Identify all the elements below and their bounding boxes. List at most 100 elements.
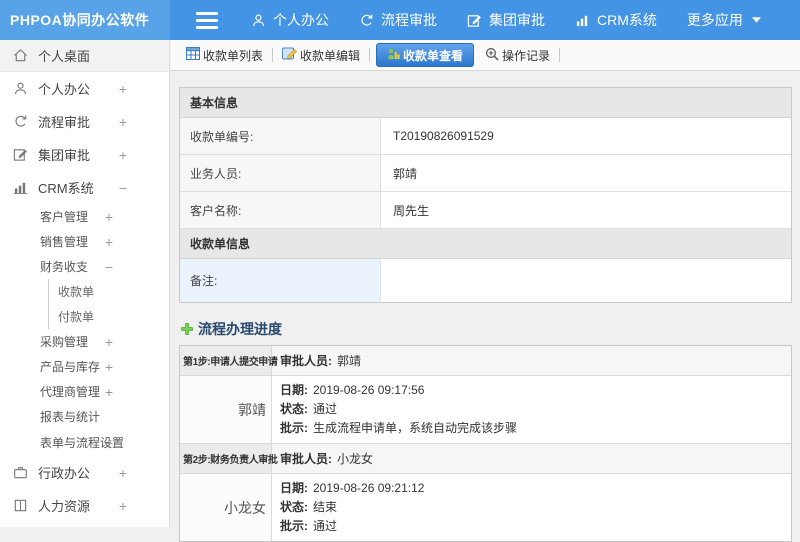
expand-icon[interactable]: + xyxy=(119,466,127,480)
plus-icon xyxy=(180,322,194,336)
sidebar-item-group-approval[interactable]: 集团审批 + xyxy=(0,138,169,171)
sidebar: 个人桌面 个人办公 + 流程审批 + 集团审批 + CRM系统 − 客户管理 +… xyxy=(0,40,170,527)
tab-label: 收款单查看 xyxy=(403,48,464,63)
sidebar-item-purchase-mgmt[interactable]: 采购管理 + xyxy=(0,329,169,354)
comment-value: 通过 xyxy=(313,519,338,533)
topnav-more-apps[interactable]: 更多应用 xyxy=(672,0,776,40)
approver-value: 小龙女 xyxy=(337,452,374,466)
expand-icon[interactable]: + xyxy=(105,335,113,349)
sidebar-item-product-inventory[interactable]: 产品与库存 + xyxy=(0,354,169,379)
process-step-detail: 郭靖 日期: 2019-08-26 09:17:56 状态: 通过 批示: 生成流程申… xyxy=(180,376,791,444)
app-logo: PHPOA协同办公软件 xyxy=(0,0,170,40)
tab-operation-log[interactable]: 操作记录 xyxy=(478,43,557,67)
status-label: 状态: xyxy=(280,500,308,514)
sidebar-item-label: 采购管理 xyxy=(40,335,89,349)
expand-icon[interactable]: + xyxy=(105,436,113,450)
tab-label: 操作记录 xyxy=(502,48,551,63)
approver-label: 审批人员: xyxy=(280,452,332,466)
tab-receipt-edit[interactable]: 收款单编辑 xyxy=(275,43,367,67)
tab-receipt-view[interactable]: 收款单查看 xyxy=(376,43,475,67)
expand-icon[interactable]: + xyxy=(119,499,127,513)
field-value: T20190826091529 xyxy=(393,129,494,143)
field-label: 客户名称: xyxy=(180,192,381,228)
tab-separator xyxy=(369,48,371,62)
expand-icon[interactable]: + xyxy=(105,385,113,399)
collapse-icon[interactable]: − xyxy=(105,260,113,274)
expand-icon[interactable]: + xyxy=(119,82,127,96)
book-icon xyxy=(12,498,28,514)
briefcase-icon xyxy=(12,465,28,481)
main-area: 收款单列表 收款单编辑 收款单查看 操作记录 基本信息 收款单编号: T2019… xyxy=(171,40,800,542)
topnav-group-approval[interactable]: 集团审批 xyxy=(452,0,560,40)
sidebar-item-personal-desktop[interactable]: 个人桌面 xyxy=(0,40,169,72)
expand-icon[interactable]: + xyxy=(105,235,113,249)
chart-icon xyxy=(575,13,590,28)
caret-down-icon xyxy=(751,17,761,23)
form-row-receipt-number: 收款单编号: T20190826091529 xyxy=(180,118,791,155)
edit-icon xyxy=(467,13,482,28)
approver-value: 郭靖 xyxy=(337,354,362,368)
chart-icon xyxy=(12,180,28,196)
sidebar-item-admin-office[interactable]: 行政办公 + xyxy=(0,456,169,489)
topnav-label: 个人办公 xyxy=(273,12,329,28)
detail-status-line: 状态: 结束 xyxy=(280,498,783,517)
detail-date-line: 日期: 2019-08-26 09:21:12 xyxy=(280,479,783,498)
sidebar-item-receipt[interactable]: 收款单 xyxy=(0,279,169,304)
sidebar-item-sales-mgmt[interactable]: 销售管理 + xyxy=(0,229,169,254)
sidebar-item-finance[interactable]: 财务收支 − xyxy=(0,254,169,279)
form-row-customer-name: 客户名称: 周先生 xyxy=(180,192,791,229)
process-step-header: 第1步:申请人提交申请 审批人员: 郭靖 xyxy=(180,346,791,376)
sidebar-item-reports[interactable]: 报表与统计 xyxy=(0,404,169,429)
field-value xyxy=(381,259,791,302)
field-label: 收款单编号: xyxy=(180,118,381,154)
date-value: 2019-08-26 09:17:56 xyxy=(313,383,425,397)
sidebar-item-personal-office[interactable]: 个人办公 + xyxy=(0,72,169,105)
comment-label: 批示: xyxy=(280,421,308,435)
topnav-crm[interactable]: CRM系统 xyxy=(560,0,672,40)
step-detail-lines: 日期: 2019-08-26 09:17:56 状态: 通过 批示: 生成流程申请单，… xyxy=(272,376,791,443)
sidebar-item-label: 代理商管理 xyxy=(40,385,101,399)
process-progress-title: 流程办理进度 xyxy=(180,319,792,339)
section-header-basic-info: 基本信息 xyxy=(180,88,791,118)
expand-icon[interactable]: + xyxy=(105,210,113,224)
sidebar-item-label: 人力资源 xyxy=(38,499,91,514)
topnav-personal-office[interactable]: 个人办公 xyxy=(236,0,344,40)
sidebar-item-agent-mgmt[interactable]: 代理商管理 + xyxy=(0,379,169,404)
tab-receipt-list[interactable]: 收款单列表 xyxy=(179,43,270,67)
approver-name: 郭靖 xyxy=(180,376,272,443)
field-label: 业务人员: xyxy=(180,155,381,191)
field-value: 郭靖 xyxy=(393,166,418,181)
edit-doc-icon xyxy=(282,47,297,63)
step-approver: 审批人员: 郭靖 xyxy=(272,346,361,375)
sidebar-item-hr[interactable]: 人力资源 + xyxy=(0,489,169,522)
tab-separator xyxy=(272,48,274,62)
flow-icon xyxy=(12,114,28,130)
expand-icon[interactable]: + xyxy=(105,360,113,374)
step-approver: 审批人员: 小龙女 xyxy=(272,444,373,473)
sidebar-item-process-approval[interactable]: 流程审批 + xyxy=(0,105,169,138)
step-title: 第1步:申请人提交申请 xyxy=(180,346,278,375)
expand-icon[interactable]: + xyxy=(119,115,127,129)
top-nav: 个人办公 流程审批 集团审批 CRM系统 更多应用 xyxy=(236,0,776,40)
menu-toggle-icon[interactable] xyxy=(196,0,218,40)
sidebar-item-customer-mgmt[interactable]: 客户管理 + xyxy=(0,204,169,229)
user-icon xyxy=(251,13,266,28)
date-label: 日期: xyxy=(280,481,308,495)
process-table: 第1步:申请人提交申请 审批人员: 郭靖 郭靖 日期: 2019-08-26 09… xyxy=(179,345,792,542)
top-bar: PHPOA协同办公软件 个人办公 流程审批 集团审批 CRM系统 更多应用 xyxy=(0,0,800,40)
detail-comment-line: 批示: 生成流程申请单，系统自动完成该步骤 xyxy=(280,419,783,438)
approver-name: 小龙女 xyxy=(180,474,272,541)
process-title-label: 流程办理进度 xyxy=(198,321,282,337)
process-step-detail: 小龙女 日期: 2019-08-26 09:21:12 状态: 结束 批示: 通过 xyxy=(180,474,791,541)
sidebar-item-form-flow-settings[interactable]: 表单与流程设置 + xyxy=(0,429,169,456)
expand-icon[interactable]: + xyxy=(119,148,127,162)
detail-status-line: 状态: 通过 xyxy=(280,400,783,419)
view-icon xyxy=(387,48,400,63)
sidebar-item-crm[interactable]: CRM系统 − xyxy=(0,171,169,204)
approver-label: 审批人员: xyxy=(280,354,332,368)
topnav-process-approval[interactable]: 流程审批 xyxy=(344,0,452,40)
step-title: 第2步:财务负责人审批 xyxy=(180,444,278,473)
sidebar-item-payment[interactable]: 付款单 xyxy=(0,304,169,329)
date-label: 日期: xyxy=(280,383,308,397)
collapse-icon[interactable]: − xyxy=(119,181,127,195)
